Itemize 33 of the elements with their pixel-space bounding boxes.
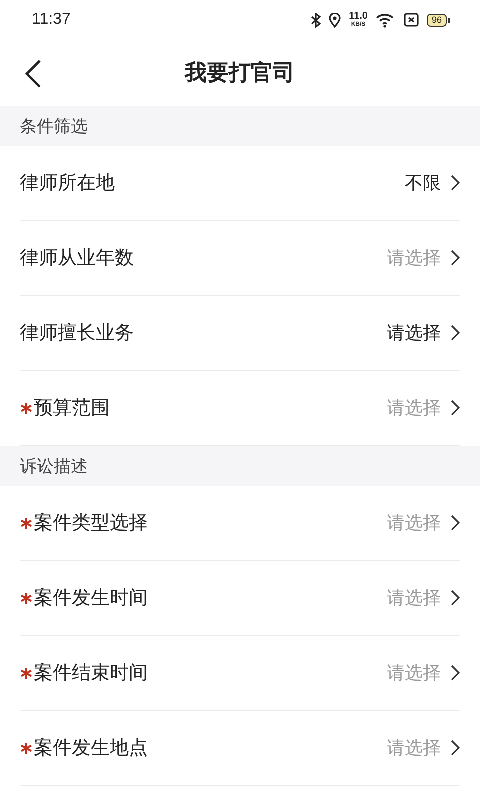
battery-icon: 96 bbox=[426, 14, 450, 26]
row-label: 案件结束时间 bbox=[34, 661, 149, 686]
network-speed: 11.0 bbox=[349, 12, 368, 22]
section-title: 条件筛选 bbox=[20, 116, 88, 138]
row-value: 请选择 bbox=[387, 247, 441, 270]
row-label: 案件发生时间 bbox=[34, 586, 149, 611]
section-title: 诉讼描述 bbox=[20, 456, 88, 478]
row-value: 请选择 bbox=[387, 322, 441, 345]
row-label: 案件发生地点 bbox=[34, 736, 149, 761]
row-value: 请选择 bbox=[387, 512, 441, 535]
chevron-icon bbox=[451, 175, 460, 191]
row-label: 律师擅长业务 bbox=[20, 321, 135, 346]
row-label: 预算范围 bbox=[34, 396, 111, 421]
row-value: 请选择 bbox=[387, 397, 441, 420]
row-value: 不限 bbox=[405, 172, 441, 195]
wifi-icon bbox=[376, 12, 396, 28]
chevron-icon bbox=[451, 250, 460, 266]
row-label: 律师从业年数 bbox=[20, 246, 135, 271]
row-value: 请选择 bbox=[387, 662, 441, 685]
chevron-icon bbox=[451, 325, 460, 341]
row-value: 请选择 bbox=[387, 737, 441, 760]
bluetooth-icon bbox=[311, 12, 322, 28]
chevron-icon bbox=[451, 590, 460, 606]
chevron-icon bbox=[451, 740, 460, 756]
row-label: 律师所在地 bbox=[20, 171, 116, 196]
chevron-icon bbox=[451, 515, 460, 531]
row-value: 请选择 bbox=[387, 587, 441, 610]
chevron-icon bbox=[451, 400, 460, 416]
chevron-icon bbox=[451, 665, 460, 681]
location-icon bbox=[329, 12, 342, 28]
page-title: 我要打官司 bbox=[185, 60, 295, 88]
status-time: 11:37 bbox=[32, 11, 71, 29]
row-label: 案件类型选择 bbox=[34, 511, 149, 536]
